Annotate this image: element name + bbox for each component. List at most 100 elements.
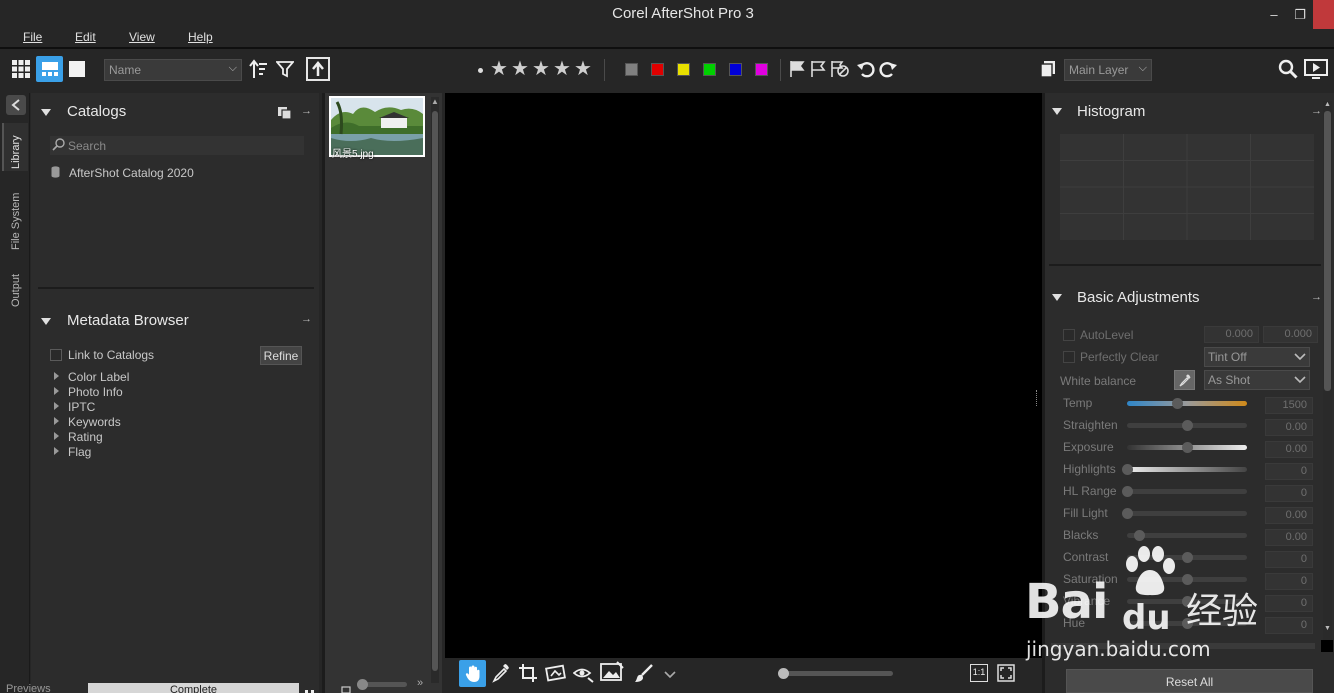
catalog-item[interactable]: AfterShot Catalog 2020: [69, 166, 194, 180]
tree-item-keywords[interactable]: Keywords: [54, 415, 121, 429]
slider-value-field[interactable]: 0: [1265, 463, 1313, 480]
slider-value-field[interactable]: 0.00: [1265, 507, 1313, 524]
flag-reject-icon[interactable]: [830, 60, 850, 78]
menu-file[interactable]: File: [23, 30, 42, 44]
pin-icon[interactable]: →: [1311, 105, 1322, 117]
slider-track[interactable]: [1127, 398, 1247, 409]
sort-select[interactable]: Name ⌵: [104, 59, 242, 81]
perfectly-clear-select[interactable]: Tint Off: [1204, 347, 1310, 367]
scroll-down-icon[interactable]: ▼: [1324, 625, 1331, 633]
collapse-triangle-icon[interactable]: [41, 109, 51, 116]
slider-track[interactable]: [1122, 464, 1247, 475]
slider-knob[interactable]: [1182, 596, 1193, 607]
tree-item-photo-info[interactable]: Photo Info: [54, 385, 123, 399]
slider-track[interactable]: [1127, 574, 1247, 585]
slider-knob[interactable]: [1182, 618, 1193, 629]
star-4-icon[interactable]: ★: [553, 59, 571, 79]
filmstrip-view-icon[interactable]: [36, 56, 63, 82]
tab-library[interactable]: Library: [10, 135, 22, 169]
slider-value-field[interactable]: 0: [1265, 595, 1313, 612]
star-1-icon[interactable]: ★: [490, 59, 508, 79]
slider-knob[interactable]: [1122, 508, 1133, 519]
panel-scrollbar[interactable]: ▲ ▼: [1323, 101, 1332, 641]
resize-grip[interactable]: [1036, 390, 1038, 406]
slider-value-field[interactable]: 0: [1265, 551, 1313, 568]
pin-icon[interactable]: →: [301, 105, 312, 117]
color-label-blue[interactable]: [729, 63, 742, 76]
slideshow-icon[interactable]: [1303, 58, 1329, 80]
slider-knob[interactable]: [1122, 464, 1133, 475]
slider-value-field[interactable]: 0.00: [1265, 441, 1313, 458]
dropper-tool-icon[interactable]: [492, 663, 510, 683]
slider-knob[interactable]: [1182, 574, 1193, 585]
expand-icon[interactable]: »: [417, 677, 423, 689]
link-catalogs-checkbox[interactable]: [50, 349, 62, 361]
layer-select[interactable]: Main Layer ⌵: [1064, 59, 1152, 81]
collapse-panel-icon[interactable]: [6, 95, 26, 115]
red-eye-tool-icon[interactable]: [572, 663, 595, 683]
autolevel-high-field[interactable]: 0.000: [1263, 326, 1318, 343]
autolevel-low-field[interactable]: 0.000: [1204, 326, 1259, 343]
close-icon[interactable]: [1313, 0, 1334, 29]
perfectly-clear-checkbox[interactable]: [1063, 351, 1075, 363]
menu-view[interactable]: View: [129, 30, 155, 44]
slider-knob[interactable]: [357, 679, 368, 690]
thumbnail[interactable]: 风景5.jpg: [329, 96, 425, 160]
rotate-left-icon[interactable]: [855, 58, 877, 80]
tree-item-flag[interactable]: Flag: [54, 445, 91, 459]
color-label-gray[interactable]: [625, 63, 638, 76]
straighten-tool-icon[interactable]: [545, 663, 567, 683]
scrollbar-thumb[interactable]: [1324, 111, 1331, 391]
slider-knob[interactable]: [1172, 398, 1184, 409]
catalog-search-input[interactable]: Search: [50, 136, 304, 155]
color-label-green[interactable]: [703, 63, 716, 76]
grid-view-icon[interactable]: [11, 59, 31, 79]
single-view-icon[interactable]: [68, 60, 86, 78]
scrollbar-thumb[interactable]: [432, 111, 438, 671]
slider-track[interactable]: [1127, 530, 1247, 541]
star-5-icon[interactable]: ★: [574, 59, 592, 79]
maximize-icon[interactable]: ❐: [1287, 0, 1313, 29]
color-label-yellow[interactable]: [677, 63, 690, 76]
slider-track[interactable]: [1127, 420, 1247, 431]
filter-icon[interactable]: [275, 59, 295, 79]
search-icon[interactable]: [1277, 58, 1299, 80]
zoom-1to1-icon[interactable]: 1:1: [970, 664, 988, 682]
pin-icon[interactable]: →: [301, 313, 312, 325]
slider-knob[interactable]: [1182, 442, 1193, 453]
star-2-icon[interactable]: ★: [511, 59, 529, 79]
scroll-up-icon[interactable]: ▲: [431, 97, 439, 107]
rotate-right-icon[interactable]: [877, 58, 899, 80]
layers-icon[interactable]: [1039, 59, 1057, 79]
slider-value-field[interactable]: 0: [1265, 617, 1313, 634]
slider-track[interactable]: [1127, 552, 1247, 563]
slider-value-field[interactable]: 0: [1265, 485, 1313, 502]
tree-item-rating[interactable]: Rating: [54, 430, 103, 444]
tree-item-iptc[interactable]: IPTC: [54, 400, 95, 414]
slider-knob[interactable]: [1122, 486, 1133, 497]
hand-tool-icon[interactable]: [459, 660, 486, 687]
collapse-triangle-icon[interactable]: [1052, 294, 1062, 301]
reset-all-button[interactable]: Reset All: [1066, 669, 1313, 693]
slider-track[interactable]: [1127, 596, 1247, 607]
slider-track[interactable]: [1122, 486, 1247, 497]
catalog-manage-icon[interactable]: [277, 104, 293, 120]
scroll-up-icon[interactable]: ▲: [1324, 101, 1331, 109]
pause-icon[interactable]: [304, 685, 316, 693]
collapse-triangle-icon[interactable]: [1052, 108, 1062, 115]
slider-value-field[interactable]: 1500: [1265, 397, 1313, 414]
flag-unflag-icon[interactable]: [809, 60, 827, 78]
flag-pick-icon[interactable]: [788, 60, 806, 78]
slider-track[interactable]: [1122, 508, 1247, 519]
slider-value-field[interactable]: 0: [1265, 573, 1313, 590]
collapse-triangle-icon[interactable]: [41, 318, 51, 325]
slider-value-field[interactable]: 0.00: [1265, 419, 1313, 436]
menu-help[interactable]: Help: [188, 30, 213, 44]
image-viewer[interactable]: [445, 93, 1042, 658]
slider-knob[interactable]: [1182, 420, 1193, 431]
color-label-magenta[interactable]: [755, 63, 768, 76]
tab-file-system[interactable]: File System: [10, 193, 22, 250]
wb-picker-icon[interactable]: [1174, 370, 1195, 390]
panel-hscrollbar[interactable]: [1051, 643, 1315, 649]
menu-edit[interactable]: Edit: [75, 30, 96, 44]
